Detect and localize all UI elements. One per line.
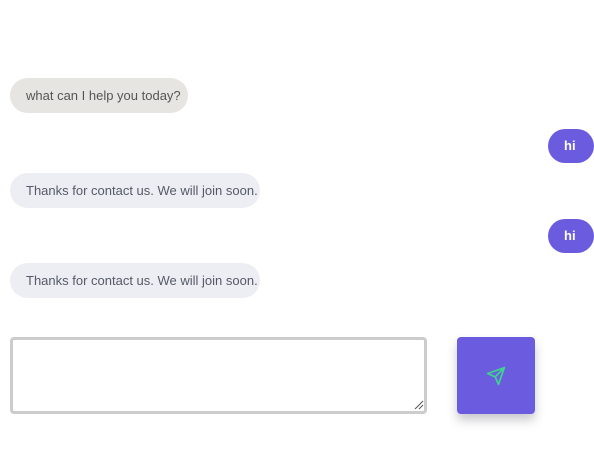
user-message: hi xyxy=(548,219,594,253)
bot-message: Thanks for contact us. We will join soon… xyxy=(10,263,260,298)
message-input[interactable] xyxy=(10,337,427,414)
bot-message: Thanks for contact us. We will join soon… xyxy=(10,173,260,208)
send-icon xyxy=(486,366,506,386)
resize-handle-icon[interactable] xyxy=(414,400,424,410)
user-message: hi xyxy=(548,129,594,163)
bot-message: what can I help you today? xyxy=(10,78,188,113)
send-button[interactable] xyxy=(457,337,535,414)
